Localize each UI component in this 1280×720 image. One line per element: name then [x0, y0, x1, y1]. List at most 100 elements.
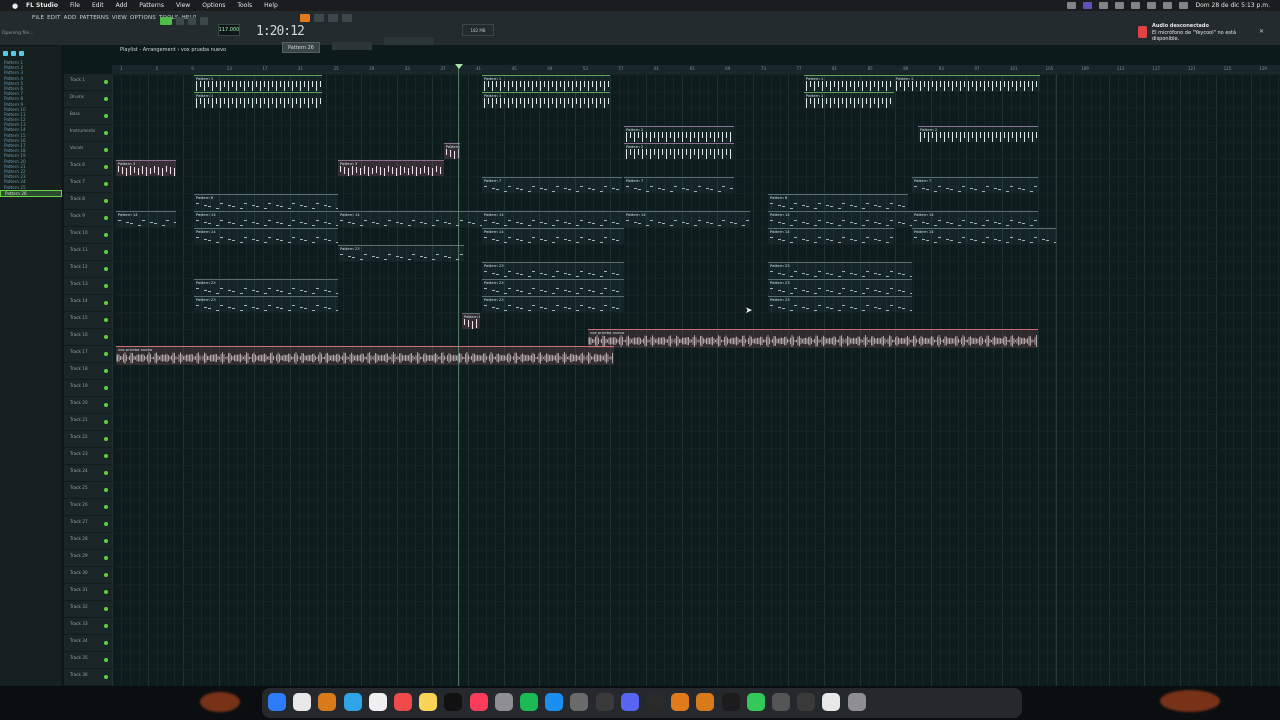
- track-mute-led[interactable]: [104, 590, 108, 594]
- bluetooth-icon[interactable]: [1099, 2, 1109, 9]
- pattern-item[interactable]: Pattern 26: [0, 189, 62, 197]
- finder-icon[interactable]: [721, 693, 740, 711]
- track-mute-led[interactable]: [104, 624, 108, 628]
- track-mute-led[interactable]: [104, 641, 108, 645]
- apple-icon[interactable]: ●: [10, 0, 20, 11]
- fl-studio-icon[interactable]: [696, 693, 715, 711]
- discord-icon[interactable]: [620, 693, 639, 711]
- track-header[interactable]: Track 31: [64, 584, 112, 601]
- playlist-clip[interactable]: Pattern 14: [768, 211, 912, 227]
- track-mute-led[interactable]: [104, 199, 108, 203]
- track-header[interactable]: Bass: [64, 108, 112, 125]
- track-header[interactable]: Track 13: [64, 278, 112, 295]
- track-mute-led[interactable]: [104, 352, 108, 356]
- track-header[interactable]: Track 20: [64, 397, 112, 414]
- track-header[interactable]: Track 35: [64, 652, 112, 669]
- track-header[interactable]: Track 14: [64, 295, 112, 312]
- playlist-clip[interactable]: Pattern 1: [194, 92, 322, 108]
- track-header[interactable]: Track 23: [64, 448, 112, 465]
- playlist-clip[interactable]: Pattern 1: [804, 92, 894, 108]
- track-header[interactable]: Track 12: [64, 261, 112, 278]
- chrome-icon[interactable]: [822, 693, 841, 711]
- track-mute-led[interactable]: [104, 454, 108, 458]
- playlist-clip[interactable]: Pattern 14: [194, 211, 338, 227]
- fl-menu-view[interactable]: VIEW: [112, 15, 127, 21]
- chrome-icon[interactable]: [293, 693, 312, 711]
- menu-help[interactable]: Help: [258, 2, 284, 9]
- playlist-clip[interactable]: Pattern 7: [912, 177, 1038, 193]
- fl-menu-options[interactable]: OPTIONS: [130, 15, 156, 21]
- terminal-icon[interactable]: [646, 693, 664, 711]
- fl-menu-patterns[interactable]: PATTERNS: [79, 15, 108, 21]
- track-header[interactable]: Track 16: [64, 329, 112, 346]
- playlist-clip[interactable]: Pattern 3: [116, 160, 176, 176]
- menu-patterns[interactable]: Patterns: [133, 2, 170, 9]
- playlist-clip[interactable]: Pattern 23: [482, 279, 624, 295]
- track-header[interactable]: Track 27: [64, 516, 112, 533]
- playlist-clip[interactable]: Pattern 2: [918, 126, 1038, 142]
- trash-icon[interactable]: [847, 693, 866, 711]
- snap-selector[interactable]: [332, 42, 372, 50]
- track-mute-led[interactable]: [104, 658, 108, 662]
- menu-add[interactable]: Add: [110, 2, 134, 9]
- tempo-display[interactable]: 117.000: [218, 24, 240, 36]
- track-header[interactable]: Track 6: [64, 159, 112, 176]
- track-mute-led[interactable]: [104, 573, 108, 577]
- playlist-clip[interactable]: Pattern 1: [894, 75, 1040, 91]
- track-header[interactable]: Track 22: [64, 431, 112, 448]
- track-mute-led[interactable]: [104, 488, 108, 492]
- track-mute-led[interactable]: [104, 250, 108, 254]
- track-mute-led[interactable]: [104, 675, 108, 679]
- track-mute-led[interactable]: [104, 556, 108, 560]
- playlist-clip[interactable]: Pattern 1: [194, 75, 322, 91]
- photos-icon[interactable]: [368, 693, 387, 711]
- fl-menu-add[interactable]: ADD: [64, 15, 77, 21]
- playlist-clip[interactable]: Pattern 1: [482, 75, 610, 91]
- track-header[interactable]: Track 7: [64, 176, 112, 193]
- track-mute-led[interactable]: [104, 148, 108, 152]
- settings-icon[interactable]: [494, 693, 513, 711]
- record-status-icon[interactable]: [1067, 2, 1077, 9]
- browser-icon[interactable]: [3, 50, 8, 56]
- browser-icon[interactable]: [19, 50, 24, 56]
- audio-clip[interactable]: vox prueba nuevo: [116, 346, 614, 365]
- pattern-selector[interactable]: Pattern 26: [282, 42, 320, 53]
- track-header[interactable]: Instruments: [64, 125, 112, 142]
- track-header[interactable]: Track 32: [64, 601, 112, 618]
- safari-icon[interactable]: [545, 693, 564, 711]
- playlist-clip[interactable]: Pattern 14: [768, 228, 894, 244]
- track-mute-led[interactable]: [104, 522, 108, 526]
- search-icon[interactable]: [1163, 2, 1173, 9]
- track-mute-led[interactable]: [104, 420, 108, 424]
- playlist-clip[interactable]: Pattern 14: [116, 211, 176, 227]
- playlist-clip[interactable]: Pattern 23: [482, 296, 624, 312]
- track-mute-led[interactable]: [104, 403, 108, 407]
- track-header[interactable]: Track 30: [64, 567, 112, 584]
- playlist-grid[interactable]: Pattern 1 Pattern 1 Pattern 1 Pattern 1 Patt…: [112, 74, 1280, 686]
- playlist-clip[interactable]: Pattern 7: [624, 177, 734, 193]
- fl-menu-edit[interactable]: EDIT: [47, 15, 61, 21]
- playlist-clip[interactable]: Pattern 2: [624, 126, 734, 142]
- menu-file[interactable]: File: [64, 2, 86, 9]
- track-header[interactable]: Track 33: [64, 618, 112, 635]
- track-header[interactable]: Track 18: [64, 363, 112, 380]
- battery-icon[interactable]: [1131, 2, 1141, 9]
- playlist-clip[interactable]: Pattern 8: [194, 194, 338, 210]
- dropbox-icon[interactable]: [1115, 2, 1125, 9]
- track-header[interactable]: Track 21: [64, 414, 112, 431]
- control-center-icon[interactable]: [1179, 2, 1189, 9]
- track-mute-led[interactable]: [104, 386, 108, 390]
- audio-notification[interactable]: Audio desconectado El micrófono de "Yeyc…: [1134, 20, 1264, 46]
- track-mute-led[interactable]: [104, 437, 108, 441]
- menu-options[interactable]: Options: [196, 2, 231, 9]
- track-mute-led[interactable]: [104, 505, 108, 509]
- countdown-button[interactable]: [328, 14, 338, 22]
- track-mute-led[interactable]: [104, 97, 108, 101]
- track-header[interactable]: Track 10: [64, 227, 112, 244]
- track-header[interactable]: Track 28: [64, 533, 112, 550]
- playlist-clip[interactable]: Pattern 23: [338, 245, 464, 261]
- track-header[interactable]: Track 9: [64, 210, 112, 227]
- spotify-icon[interactable]: [520, 693, 538, 711]
- audio-clip[interactable]: vox prueba nuevo: [588, 329, 1038, 348]
- playhead-line[interactable]: [458, 64, 459, 686]
